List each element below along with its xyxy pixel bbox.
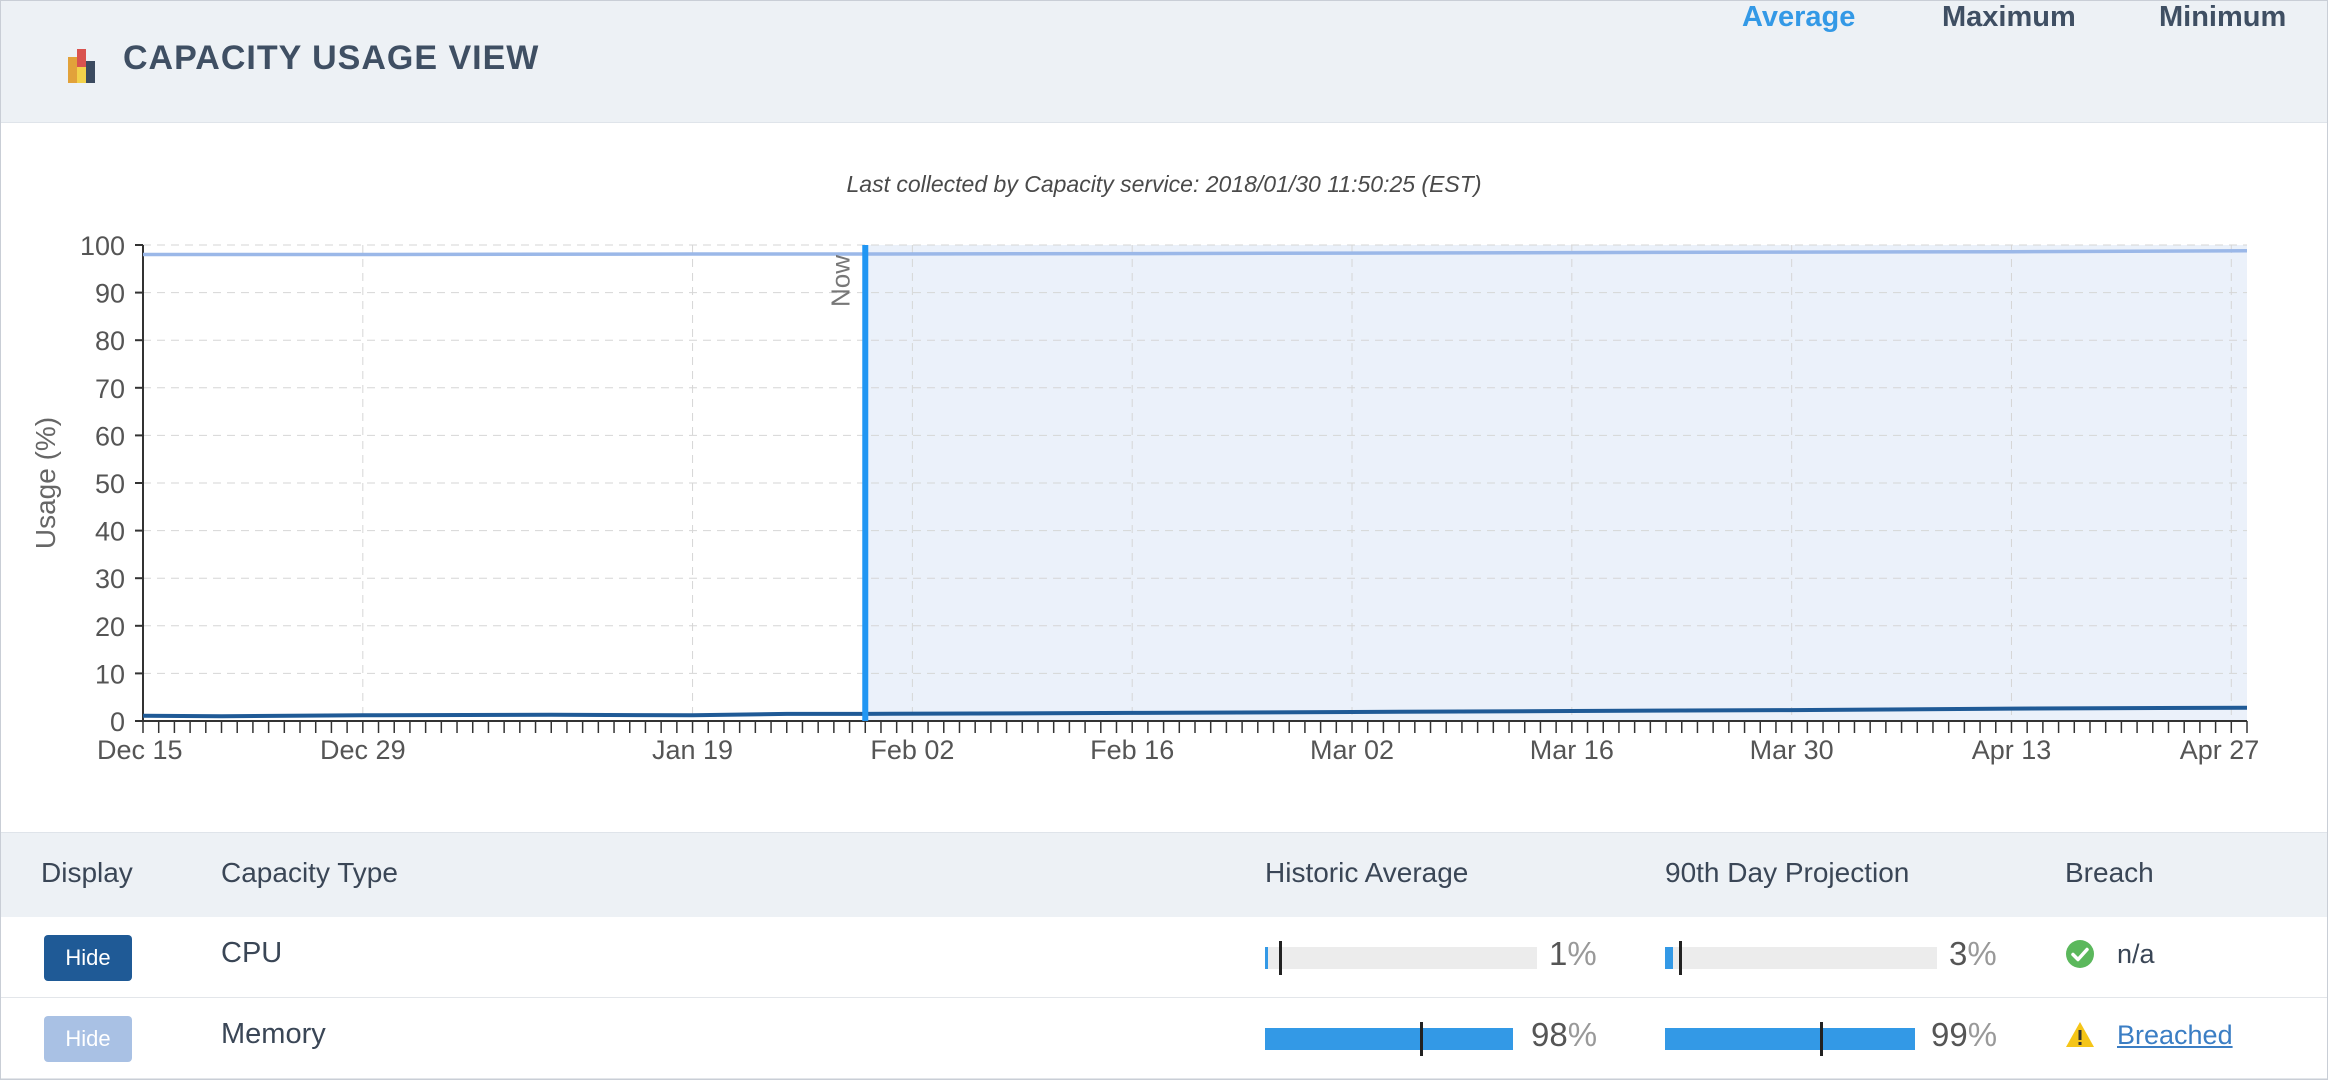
- tab-minimum[interactable]: Minimum: [2159, 1, 2286, 34]
- capacity-usage-panel: CAPACITY USAGE VIEW Average Maximum Mini…: [0, 0, 2328, 1080]
- percent-symbol: %: [1567, 935, 1597, 972]
- breached-link[interactable]: Breached: [2117, 1020, 2233, 1051]
- historic-average-number: 98: [1531, 1016, 1568, 1053]
- y-axis-label: Usage (%): [30, 417, 61, 549]
- y-tick-label: 0: [110, 707, 125, 737]
- y-tick-label: 20: [95, 612, 125, 642]
- tab-average[interactable]: Average: [1742, 1, 1855, 34]
- capacity-type-cpu: CPU: [221, 937, 283, 969]
- x-tick-label: Mar 02: [1310, 735, 1394, 765]
- y-tick-label: 30: [95, 564, 125, 594]
- x-tick-label: Dec 29: [320, 735, 406, 765]
- projection-fill: [1665, 1028, 1915, 1050]
- historic-average-number: 1: [1549, 935, 1568, 972]
- header-projection: 90th Day Projection: [1665, 857, 1910, 888]
- y-tick-label: 90: [95, 279, 125, 309]
- now-label: Now: [825, 255, 855, 307]
- historic-average-fill: [1265, 947, 1268, 969]
- projection-number: 99: [1931, 1016, 1968, 1053]
- historic-average-fill: [1265, 1028, 1513, 1050]
- x-tick-label: Jan 19: [652, 735, 733, 765]
- historic-average-marker: [1279, 941, 1282, 975]
- usage-chart: 0 10 20 30 40 50 60 70 80 90 100 Dec 15 Dec 29 Jan 19…: [30, 231, 2260, 765]
- x-tick-label: Apr 27: [2180, 735, 2260, 765]
- header-display: Display: [41, 857, 133, 888]
- hide-button[interactable]: Hide: [44, 935, 132, 981]
- warning-triangle-icon: [2066, 1022, 2094, 1047]
- projection-value: 99%: [1931, 1016, 1997, 1054]
- projection-bar: [1665, 941, 1937, 975]
- projection-marker: [1679, 941, 1682, 975]
- y-tick-label: 100: [80, 231, 125, 261]
- historic-average-value: 98%: [1531, 1016, 1597, 1054]
- historic-average-bar: [1265, 1022, 1537, 1056]
- historic-average-value: 1%: [1549, 935, 1597, 973]
- x-tick-label: Feb 16: [1090, 735, 1174, 765]
- tab-maximum[interactable]: Maximum: [1942, 1, 2076, 34]
- table-row-cpu: Hide CPU 1% 3% n/a: [1, 917, 2327, 998]
- page-title: CAPACITY USAGE VIEW: [123, 39, 540, 77]
- projection-fill: [1665, 947, 1673, 969]
- x-tick-label: Dec 15: [97, 735, 183, 765]
- percent-symbol: %: [1967, 1016, 1998, 1053]
- x-tick-label: Mar 16: [1530, 735, 1614, 765]
- y-tick-label: 70: [95, 374, 125, 404]
- header-breach: Breach: [2065, 857, 2154, 888]
- table-row-memory: Hide Memory 98% 99% Breached: [1, 998, 2327, 1079]
- x-tick-label: Feb 02: [870, 735, 954, 765]
- header-capacity-type: Capacity Type: [221, 857, 398, 888]
- hide-button[interactable]: Hide: [44, 1016, 132, 1062]
- breach-status: n/a: [2117, 939, 2155, 969]
- projection-bar: [1665, 1022, 1937, 1056]
- capacity-bars-icon: [68, 49, 95, 83]
- historic-average-bar: [1265, 941, 1537, 975]
- x-tick-label: Apr 13: [1972, 735, 2052, 765]
- last-collected-text: Last collected by Capacity service: 2018…: [846, 171, 1482, 197]
- y-tick-label: 10: [95, 659, 125, 689]
- historic-average-marker: [1420, 1022, 1423, 1056]
- y-tick-label: 80: [95, 326, 125, 356]
- table-header: Display Capacity Type Historic Average 9…: [1, 832, 2327, 918]
- header-historic-average: Historic Average: [1265, 857, 1469, 888]
- header-bar: CAPACITY USAGE VIEW Average Maximum Mini…: [1, 1, 2327, 123]
- check-circle-icon: [2066, 940, 2094, 968]
- x-tick-label: Mar 30: [1750, 735, 1834, 765]
- percent-symbol: %: [1967, 935, 1997, 972]
- percent-symbol: %: [1567, 1016, 1598, 1053]
- y-tick-label: 60: [95, 421, 125, 451]
- projection-number: 3: [1949, 935, 1968, 972]
- y-tick-label: 40: [95, 517, 125, 547]
- projection-marker: [1820, 1022, 1823, 1056]
- y-tick-label: 50: [95, 469, 125, 499]
- projection-value: 3%: [1949, 935, 1997, 973]
- capacity-type-memory: Memory: [221, 1018, 326, 1050]
